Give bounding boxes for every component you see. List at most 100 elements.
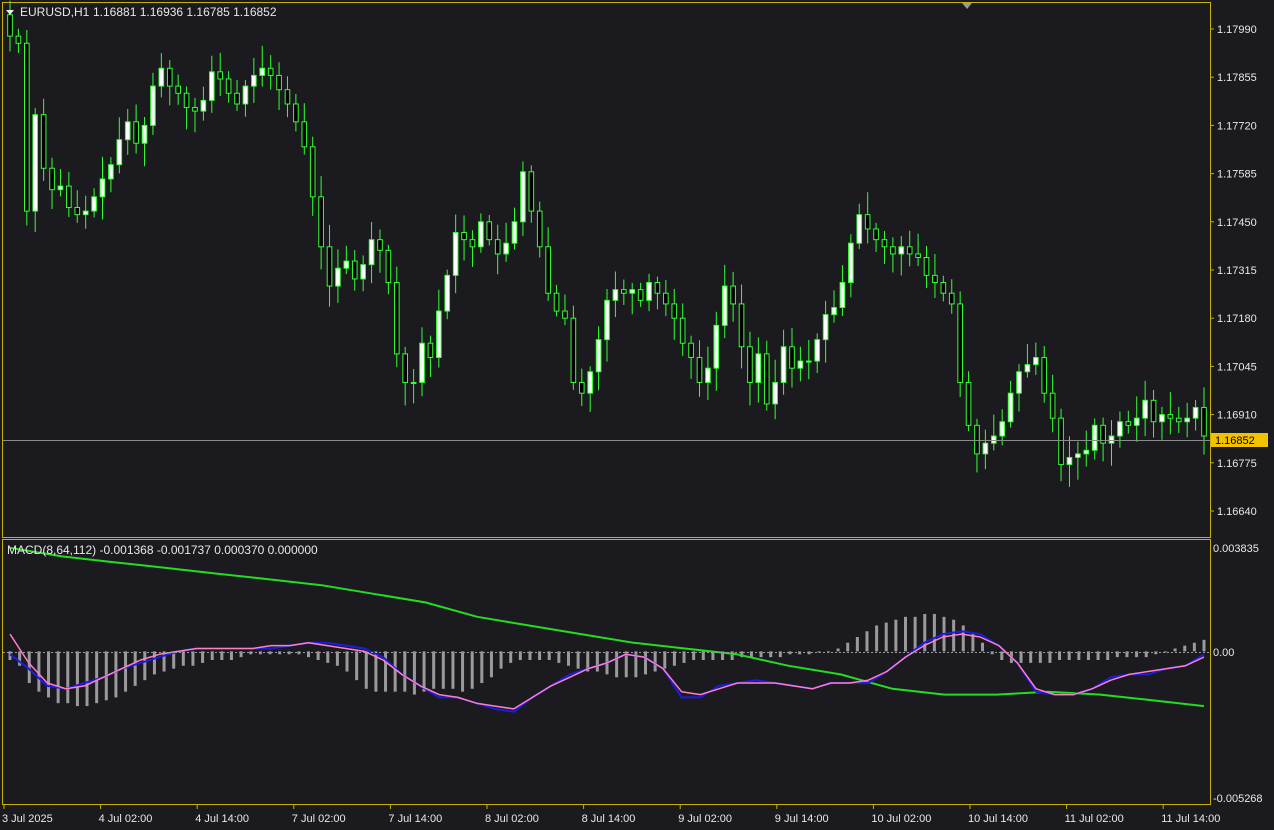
current-price-label: 1.16852	[1215, 435, 1255, 447]
macd-histogram-bar	[75, 651, 79, 707]
price-tick-label: 1.16640	[1217, 506, 1257, 518]
macd-histogram-bar	[441, 651, 445, 689]
candle-body	[730, 285, 736, 305]
candle-body	[831, 306, 837, 316]
candle-body	[469, 239, 476, 248]
macd-histogram-bar	[884, 622, 888, 652]
candle-body	[1125, 421, 1132, 426]
candle-body	[1041, 356, 1048, 394]
macd-histogram-bar	[451, 651, 455, 689]
price-tick-label: 1.17450	[1217, 217, 1257, 229]
candle-body	[444, 274, 451, 312]
candle-body	[267, 67, 274, 76]
macd-histogram-bar	[875, 625, 879, 652]
candle-body	[1016, 371, 1022, 394]
candle-body	[335, 267, 341, 287]
macd-axis-top: 0.003835	[1213, 543, 1259, 555]
time-tick-label: 10 Jul 14:00	[968, 813, 1028, 825]
candle-body	[721, 285, 728, 326]
macd-histogram-bar	[181, 651, 185, 666]
macd-histogram-bar	[682, 651, 686, 663]
candle-body	[604, 299, 610, 341]
time-tick-label: 7 Jul 02:00	[292, 813, 346, 825]
candle-body	[225, 78, 232, 94]
macd-histogram-bar	[499, 651, 503, 669]
macd-histogram-bar	[644, 651, 648, 675]
candle-body	[982, 442, 989, 455]
candle-body	[74, 207, 81, 216]
candle-body	[200, 99, 207, 112]
candle-body	[1024, 364, 1031, 373]
candle-body	[32, 114, 39, 212]
candle-body	[511, 221, 518, 244]
candle-body	[990, 435, 997, 444]
candle-body	[839, 281, 846, 308]
macd-histogram-bar	[913, 616, 917, 652]
chart-canvas[interactable]: 1.17990 1.17855 1.17720 1.17585 1.17450 1.173…	[0, 0, 1274, 830]
candle-body	[570, 317, 577, 383]
candle-body	[393, 281, 400, 355]
candle-body	[789, 346, 795, 369]
candle-body	[587, 371, 593, 394]
macd-histogram-bar	[932, 613, 936, 652]
candle-body	[738, 303, 745, 348]
candle-body	[595, 339, 602, 373]
macd-histogram-bar	[470, 651, 474, 689]
macd-histogram-bar	[432, 651, 436, 689]
macd-axis-bottom: -0.005268	[1213, 793, 1263, 805]
candle-body	[419, 342, 425, 383]
candle-body	[486, 221, 493, 241]
candle-body	[545, 246, 551, 294]
candle-body	[343, 260, 350, 269]
macd-histogram-bar	[403, 651, 407, 692]
candle-body	[1083, 449, 1090, 455]
macd-histogram-bar	[489, 651, 493, 678]
candle-body	[427, 342, 434, 358]
candle-body	[7, 14, 13, 37]
candle-body	[965, 381, 972, 426]
candle-body	[402, 353, 409, 383]
candle-body	[663, 292, 669, 305]
candle-body	[478, 221, 484, 248]
candle-body	[49, 167, 55, 191]
candle-body	[1159, 414, 1165, 423]
candle-body	[671, 303, 678, 319]
candle-body	[923, 257, 930, 276]
candle-body	[368, 239, 375, 266]
candle-body	[553, 292, 560, 312]
macd-histogram-bar	[364, 651, 368, 689]
candle-body	[91, 196, 97, 212]
candle-body	[1066, 456, 1073, 466]
time-tick-label: 11 Jul 14:00	[1161, 813, 1220, 825]
macd-indicator-label[interactable]: MACD(8,64,112) -0.001368 -0.001737 0.000…	[7, 543, 318, 557]
candle-body	[578, 381, 585, 394]
candle-body	[763, 353, 770, 405]
candle-body	[890, 246, 896, 255]
symbol-label[interactable]: EURUSD,H1	[20, 5, 90, 19]
candle-body	[124, 121, 131, 141]
candle-body	[848, 242, 854, 283]
macd-histogram-bar	[56, 651, 60, 704]
time-tick-label: 8 Jul 02:00	[485, 813, 539, 825]
candle-body	[932, 274, 938, 283]
candle-body	[15, 35, 22, 44]
macd-histogram-bar	[422, 651, 426, 692]
price-tick-label: 1.17585	[1217, 169, 1257, 181]
time-tick-label: 4 Jul 02:00	[99, 813, 153, 825]
macd-histogram-bar	[37, 651, 41, 692]
candle-body	[957, 303, 963, 383]
candle-body	[822, 314, 829, 341]
candle-body	[1007, 392, 1014, 423]
candle-body	[377, 239, 383, 251]
candle-body	[1049, 392, 1056, 419]
candle-body	[116, 139, 123, 166]
candle-body	[183, 92, 190, 109]
macd-histogram-bar	[846, 642, 850, 652]
macd-histogram-bar	[663, 651, 667, 669]
candle-body	[436, 310, 442, 358]
candle-body	[772, 381, 778, 405]
candle-body	[629, 289, 636, 294]
candle-body	[621, 289, 627, 294]
candle-body	[1133, 417, 1140, 426]
chart-background	[0, 0, 1274, 830]
